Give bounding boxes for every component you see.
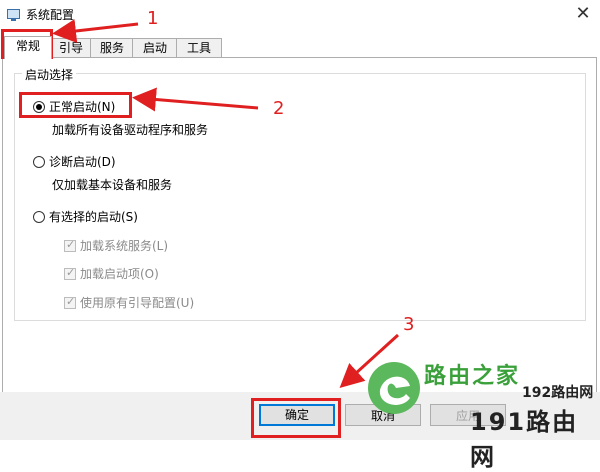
watermark-site-192: 192路由网 (522, 385, 594, 401)
check-label: 加载启动项(O) (80, 267, 159, 281)
radio-normal-startup[interactable]: 正常启动(N) (33, 98, 115, 115)
tab-services[interactable]: 服务 (90, 38, 134, 57)
tab-tools[interactable]: 工具 (176, 38, 222, 57)
checkbox-icon (64, 238, 76, 252)
group-label: 启动选择 (22, 66, 77, 83)
window-title: 系统配置 (26, 8, 75, 22)
callout-1: 1 (147, 8, 159, 29)
close-button[interactable]: ✕ (566, 0, 600, 30)
system-config-icon (7, 9, 20, 21)
watermark-brand: 路由之家 (424, 364, 521, 389)
radio-label: 正常启动(N) (49, 100, 116, 114)
radio-selective-startup[interactable]: 有选择的启动(S) (33, 208, 138, 225)
radio-selected-icon (33, 100, 45, 113)
tab-startup[interactable]: 启动 (132, 38, 178, 57)
watermark-site-191: 191路由网 (470, 408, 579, 471)
callout-3: 3 (403, 314, 415, 335)
check-load-system-services[interactable]: 加载系统服务(L) (64, 237, 168, 254)
close-icon: ✕ (575, 3, 591, 24)
checkbox-icon (64, 266, 76, 280)
callout-2: 2 (273, 98, 285, 119)
radio-icon (33, 210, 45, 223)
radio-icon (33, 155, 45, 168)
radio-diagnostic-startup[interactable]: 诊断启动(D) (33, 153, 116, 170)
brand-logo-icon (368, 362, 420, 414)
check-label: 使用原有引导配置(U) (80, 296, 195, 310)
option-description: 仅加载基本设备和服务 (52, 178, 173, 192)
radio-label: 诊断启动(D) (49, 155, 116, 169)
check-label: 加载系统服务(L) (80, 239, 169, 253)
option-description: 加载所有设备驱动程序和服务 (52, 123, 209, 137)
tab-strip: 常规 引导 服务 启动 工具 (0, 36, 600, 59)
radio-label: 有选择的启动(S) (49, 210, 138, 224)
tab-general[interactable]: 常规 (4, 36, 52, 59)
tab-boot[interactable]: 引导 (50, 38, 92, 57)
ok-button[interactable]: 确定 (259, 404, 335, 426)
title-bar: 系统配置 ✕ (0, 0, 600, 30)
checkbox-icon (64, 295, 76, 309)
check-load-startup-items[interactable]: 加载启动项(O) (64, 265, 159, 282)
check-use-original-boot-config[interactable]: 使用原有引导配置(U) (64, 294, 194, 311)
